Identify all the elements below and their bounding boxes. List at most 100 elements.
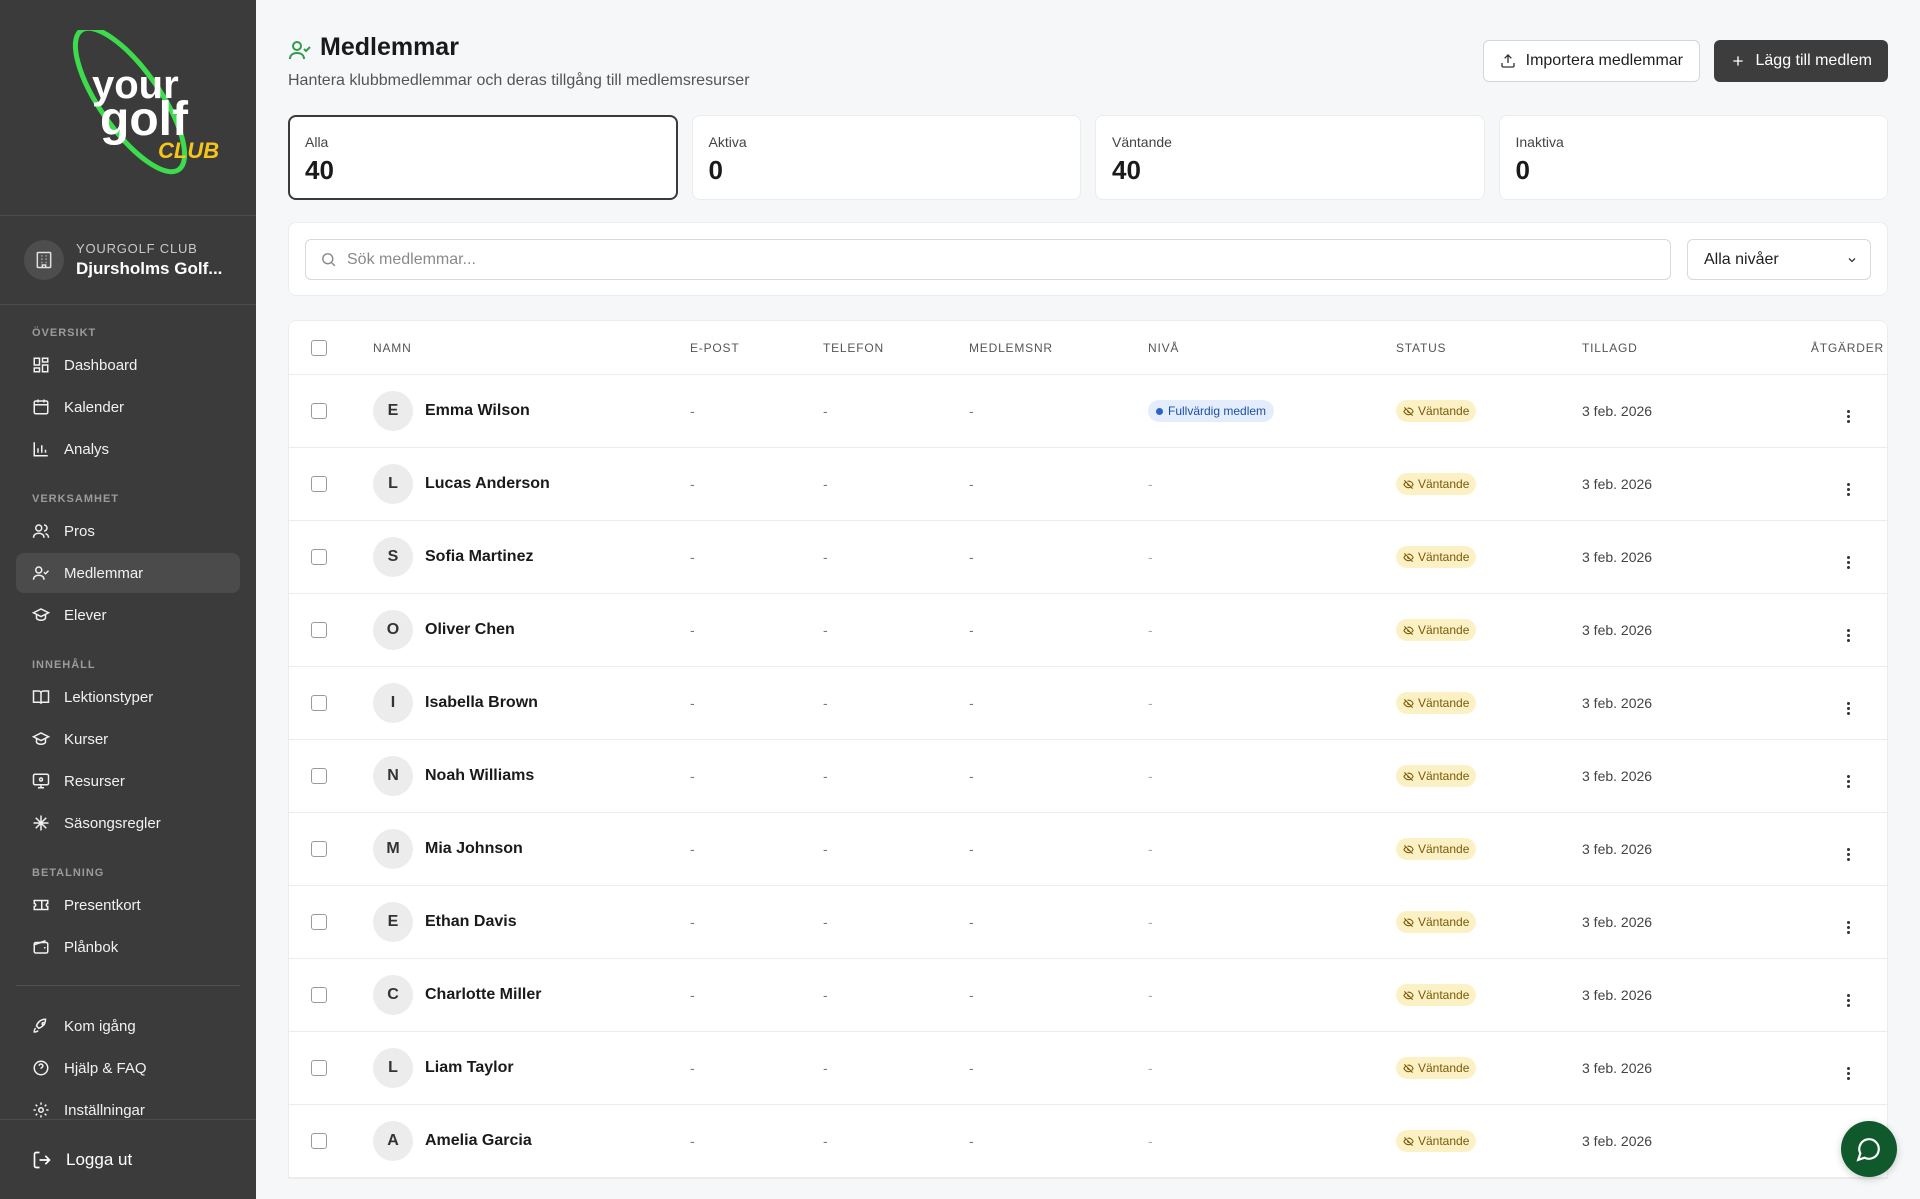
status-badge: Väntande <box>1396 619 1477 641</box>
status-badge: Väntande <box>1396 838 1477 860</box>
logo[interactable]: your golf CLUB <box>0 0 256 216</box>
avatar: S <box>373 537 413 577</box>
member-name[interactable]: Noah Williams <box>425 767 534 785</box>
table-row[interactable]: E Emma Wilson - - - Fullvärdig medlem Väntande… <box>289 375 1887 448</box>
sidebar-item-analys[interactable]: Analys <box>16 429 240 469</box>
added-date: 3 feb. 2026 <box>1582 914 1653 930</box>
row-checkbox[interactable] <box>311 1133 327 1149</box>
logout-label: Logga ut <box>66 1149 133 1169</box>
member-name[interactable]: Sofia Martinez <box>425 548 533 566</box>
row-checkbox[interactable] <box>311 695 327 711</box>
sidebar: your golf CLUB YOURGOLF CLUB Djursholms … <box>0 0 256 1199</box>
member-name[interactable]: Emma Wilson <box>425 402 530 420</box>
avatar: A <box>373 1121 413 1161</box>
sidebar-item-dashboard[interactable]: Dashboard <box>16 345 240 385</box>
row-checkbox[interactable] <box>311 914 327 930</box>
column-header-name[interactable]: NAMN <box>373 341 690 355</box>
more-actions-icon[interactable] <box>1847 1066 1850 1080</box>
table-row[interactable]: L Liam Taylor - - - - Väntande 3 feb. 2026 <box>289 1032 1887 1105</box>
more-actions-icon[interactable] <box>1847 847 1850 861</box>
status-label: Väntande <box>1418 404 1470 418</box>
sidebar-item-pros[interactable]: Pros <box>16 511 240 551</box>
table-row[interactable]: L Lucas Anderson - - - - Väntande 3 feb. 2026 <box>289 448 1887 521</box>
help-icon <box>33 1060 49 1076</box>
status-badge: Väntande <box>1396 765 1477 787</box>
sidebar-item-resurser[interactable]: Resurser <box>16 761 240 801</box>
logout-button[interactable]: Logga ut <box>0 1119 256 1199</box>
row-checkbox[interactable] <box>311 768 327 784</box>
phone-value: - <box>823 768 828 784</box>
chat-button[interactable] <box>1841 1121 1897 1177</box>
import-members-button[interactable]: Importera medlemmar <box>1482 40 1700 82</box>
table-row[interactable]: N Noah Williams - - - - Väntande 3 feb. 2026 <box>289 740 1887 813</box>
page-title: Medlemmar <box>320 33 459 61</box>
row-checkbox[interactable] <box>311 403 327 419</box>
row-checkbox[interactable] <box>311 549 327 565</box>
status-label: Väntande <box>1418 842 1470 856</box>
table-row[interactable]: M Mia Johnson - - - - Väntande 3 feb. 2026 <box>289 813 1887 886</box>
more-actions-icon[interactable] <box>1847 701 1850 715</box>
add-member-button[interactable]: Lägg till medlem <box>1713 40 1888 82</box>
sidebar-item-kalender[interactable]: Kalender <box>16 387 240 427</box>
sidebar-item-label: Medlemmar <box>64 564 144 582</box>
more-actions-icon[interactable] <box>1847 920 1850 934</box>
eye-off-icon <box>1403 479 1414 489</box>
email-value: - <box>690 914 695 930</box>
member-name[interactable]: Liam Taylor <box>425 1059 514 1077</box>
table-row[interactable]: S Sofia Martinez - - - - Väntande 3 feb. 2026 <box>289 521 1887 594</box>
member-name[interactable]: Lucas Anderson <box>425 475 550 493</box>
sidebar-item-label: Kom igång <box>64 1017 136 1035</box>
column-header-member-number[interactable]: MEDLEMSNR <box>969 341 1148 355</box>
monitor-icon <box>32 773 50 789</box>
stat-card-inaktiva[interactable]: Inaktiva 0 <box>1498 115 1888 200</box>
more-actions-icon[interactable] <box>1847 993 1850 1007</box>
logout-icon <box>33 1151 51 1168</box>
sidebar-item-hjalp[interactable]: Hjälp & FAQ <box>16 1048 240 1088</box>
sidebar-item-kom-igang[interactable]: Kom igång <box>16 1006 240 1046</box>
more-actions-icon[interactable] <box>1847 555 1850 569</box>
row-checkbox[interactable] <box>311 1060 327 1076</box>
sidebar-item-kurser[interactable]: Kurser <box>16 719 240 759</box>
row-checkbox[interactable] <box>311 622 327 638</box>
sidebar-item-lektionstyper[interactable]: Lektionstyper <box>16 677 240 717</box>
member-name[interactable]: Ethan Davis <box>425 913 517 931</box>
row-checkbox[interactable] <box>311 987 327 1003</box>
table-row[interactable]: C Charlotte Miller - - - - Väntande 3 feb. 2026 <box>289 959 1887 1032</box>
gear-icon <box>33 1102 49 1118</box>
member-name[interactable]: Isabella Brown <box>425 694 538 712</box>
club-switcher[interactable]: YOURGOLF CLUB Djursholms Golf... <box>0 216 256 305</box>
member-name[interactable]: Oliver Chen <box>425 621 515 639</box>
column-header-level[interactable]: NIVÅ <box>1148 341 1396 355</box>
row-checkbox[interactable] <box>311 476 327 492</box>
table-row[interactable]: I Isabella Brown - - - - Väntande 3 feb. 2026 <box>289 667 1887 740</box>
more-actions-icon[interactable] <box>1847 409 1850 423</box>
table-row[interactable]: O Oliver Chen - - - - Väntande 3 feb. 2026 <box>289 594 1887 667</box>
calendar-icon <box>33 399 49 415</box>
select-all-checkbox[interactable] <box>311 339 327 356</box>
column-header-added[interactable]: TILLAGD <box>1582 341 1792 355</box>
sidebar-item-presentkort[interactable]: Presentkort <box>16 885 240 925</box>
table-row[interactable]: E Ethan Davis - - - - Väntande 3 feb. 2026 <box>289 886 1887 959</box>
row-checkbox[interactable] <box>311 841 327 857</box>
level-select[interactable]: Alla nivåer <box>1687 239 1871 280</box>
column-header-phone[interactable]: TELEFON <box>823 341 969 355</box>
column-header-actions: ÅTGÄRDER <box>1810 340 1884 355</box>
more-actions-icon[interactable] <box>1847 628 1850 642</box>
sidebar-item-medlemmar[interactable]: Medlemmar <box>16 553 240 593</box>
stat-card-aktiva[interactable]: Aktiva 0 <box>691 115 1081 200</box>
sidebar-item-elever[interactable]: Elever <box>16 595 240 635</box>
sidebar-item-sasongsregler[interactable]: Säsongsregler <box>16 803 240 843</box>
member-name[interactable]: Charlotte Miller <box>425 986 541 1004</box>
column-header-status[interactable]: STATUS <box>1396 341 1582 355</box>
add-label: Lägg till medlem <box>1755 52 1873 69</box>
stat-card-vantande[interactable]: Väntande 40 <box>1095 115 1485 200</box>
table-row[interactable]: A Amelia Garcia - - - - Väntande 3 feb. 2026 <box>289 1105 1887 1178</box>
member-name[interactable]: Mia Johnson <box>425 840 523 858</box>
sidebar-item-planbok[interactable]: Plånbok <box>16 927 240 967</box>
more-actions-icon[interactable] <box>1847 482 1850 496</box>
stat-card-alla[interactable]: Alla 40 <box>288 115 678 200</box>
more-actions-icon[interactable] <box>1847 774 1850 788</box>
search-input[interactable] <box>347 250 1647 269</box>
column-header-email[interactable]: E-POST <box>690 341 823 355</box>
member-name[interactable]: Amelia Garcia <box>425 1132 532 1150</box>
